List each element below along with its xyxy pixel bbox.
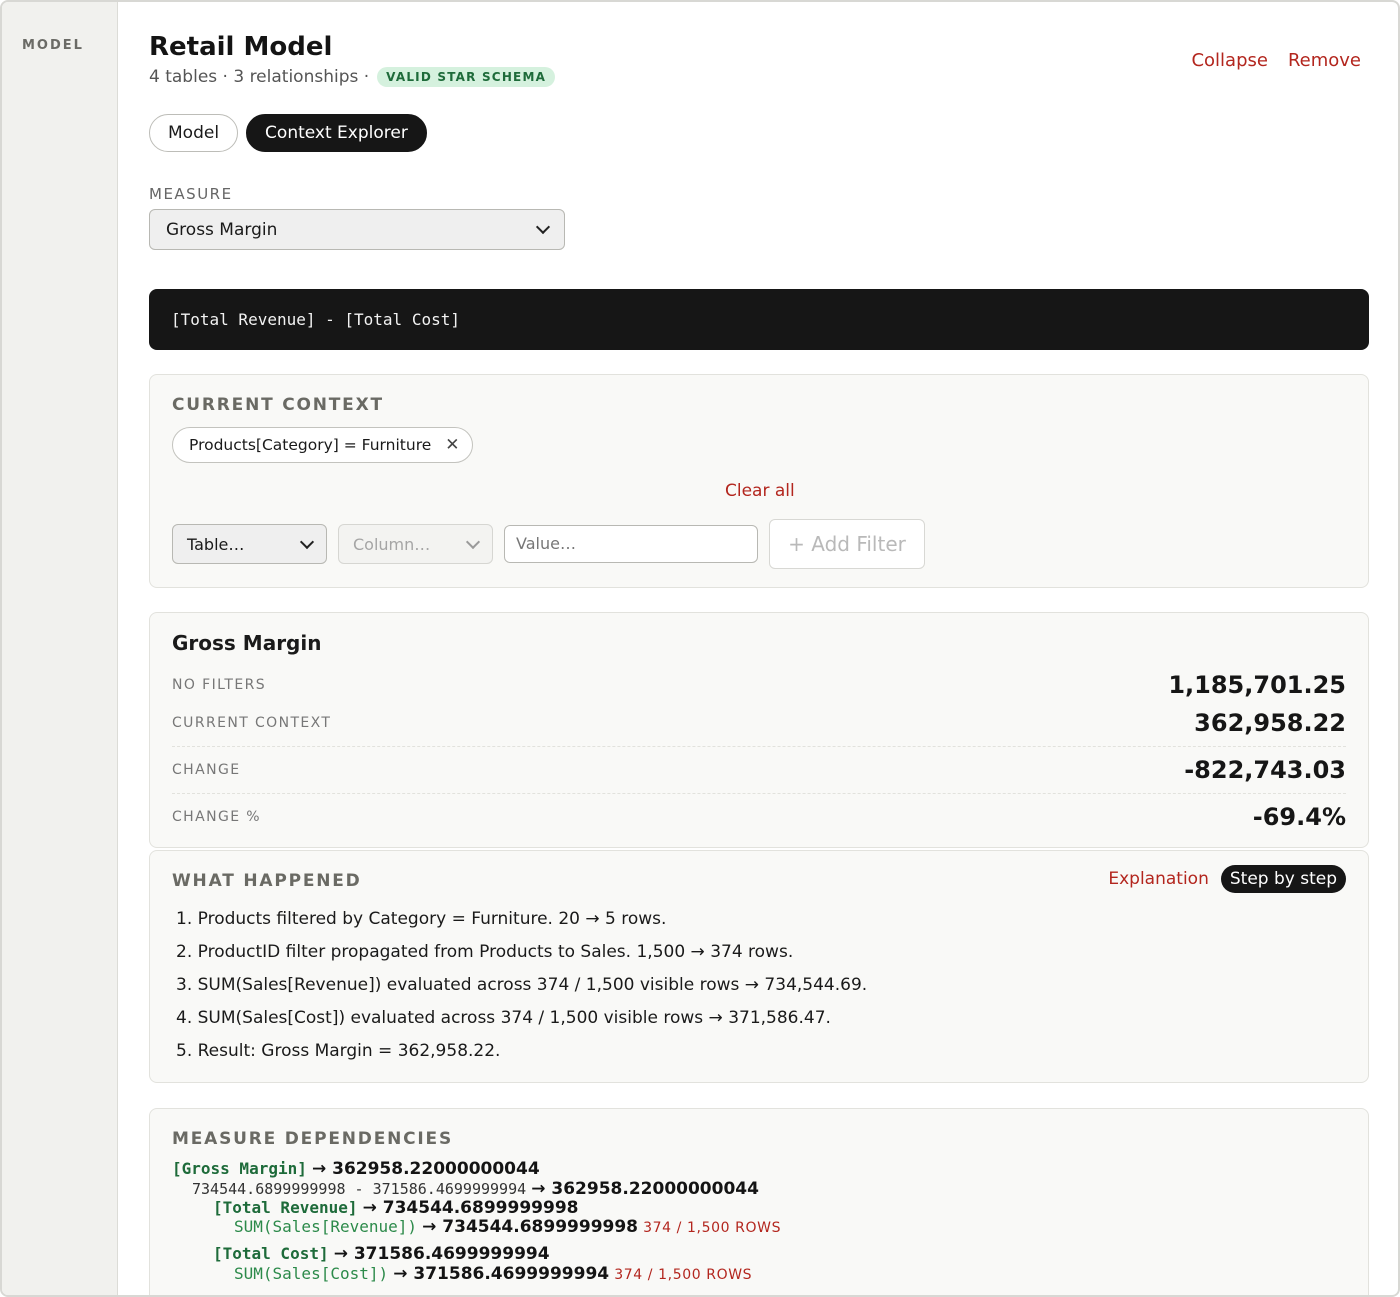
chevron-down-icon [299, 534, 315, 549]
divider [172, 746, 1346, 747]
view-tabs: Model Context Explorer [149, 114, 427, 152]
result-row-label: CHANGE % [172, 809, 261, 825]
list-item: 4. SUM(Sales[Cost]) evaluated across 374… [176, 1008, 831, 1028]
measure-dependencies-title: MEASURE DEPENDENCIES [172, 1129, 453, 1149]
clear-all-button[interactable]: Clear all [725, 481, 795, 501]
chevron-down-icon [535, 219, 551, 235]
what-happened-panel: WHAT HAPPENED Explanation Step by step 1… [149, 850, 1369, 1083]
dependency-value: → 371586.4699999994 [333, 1244, 550, 1264]
what-happened-title: WHAT HAPPENED [172, 871, 362, 891]
dependency-total-revenue: [Total Revenue] → 734544.6899999998 [213, 1198, 578, 1218]
current-context-title: CURRENT CONTEXT [172, 395, 384, 415]
dependency-expr: SUM(Sales[Cost]) [234, 1264, 389, 1283]
dependency-total-cost: [Total Cost] → 371586.4699999994 [213, 1244, 550, 1264]
column-select-value: Column… [353, 534, 431, 554]
value-input[interactable]: Value… [504, 525, 758, 563]
view-mode-toggle: Explanation Step by step [1108, 865, 1346, 893]
remove-button[interactable]: Remove [1288, 50, 1361, 71]
result-row-value: -69.4% [1252, 803, 1346, 831]
list-item: 5. Result: Gross Margin = 362,958.22. [176, 1041, 501, 1061]
result-row: NO FILTERS 1,185,701.25 [172, 671, 1346, 699]
schema-status-badge: VALID STAR SCHEMA [377, 67, 556, 87]
dependency-root: [Gross Margin] → 362958.22000000044 [172, 1159, 540, 1179]
result-row-value: 1,185,701.25 [1168, 671, 1346, 699]
sidebar-label: MODEL [22, 38, 84, 53]
collapse-button[interactable]: Collapse [1191, 50, 1268, 71]
column-select[interactable]: Column… [338, 524, 493, 564]
dependency-expr: 734544.6899999998 - 371586.4699999994 [192, 1180, 527, 1198]
model-subtitle: 4 tables · 3 relationships · VALID STAR … [149, 67, 556, 87]
add-filter-row: Table… Column… Value… + Add Filter [172, 519, 925, 569]
dependency-name: [Total Cost] [213, 1244, 329, 1263]
list-item: 1. Products filtered by Category = Furni… [176, 909, 667, 929]
result-row-value: 362,958.22 [1194, 709, 1346, 737]
tab-model[interactable]: Model [149, 114, 239, 152]
divider [172, 793, 1346, 794]
measure-formula: [Total Revenue] - [Total Cost] [149, 289, 1369, 350]
result-row: CHANGE % -69.4% [172, 803, 1346, 831]
result-row: CURRENT CONTEXT 362,958.22 [172, 709, 1346, 737]
list-item: 3. SUM(Sales[Revenue]) evaluated across … [176, 975, 868, 995]
filter-chip-label: Products[Category] = Furniture [189, 436, 432, 454]
header-actions: Collapse Remove [1191, 50, 1361, 71]
explanation-toggle[interactable]: Explanation [1108, 869, 1209, 889]
result-row: CHANGE -822,743.03 [172, 756, 1346, 784]
dependency-value: → 734544.6899999998 [422, 1217, 639, 1237]
close-icon[interactable]: ✕ [445, 435, 459, 455]
dependency-value: → 362958.22000000044 [531, 1179, 759, 1199]
dependency-expression: 734544.6899999998 - 371586.4699999994 → … [192, 1179, 759, 1199]
model-stats: 4 tables · 3 relationships · [149, 67, 370, 87]
dependency-name: [Gross Margin] [172, 1159, 307, 1178]
current-context-panel: CURRENT CONTEXT Products[Category] = Fur… [149, 374, 1369, 588]
table-select-value: Table… [187, 534, 245, 554]
result-title: Gross Margin [172, 631, 322, 655]
dependency-value: → 362958.22000000044 [311, 1159, 540, 1179]
measure-select[interactable]: Gross Margin [149, 209, 565, 250]
table-select[interactable]: Table… [172, 524, 327, 564]
result-row-label: CHANGE [172, 762, 241, 778]
measure-select-value: Gross Margin [166, 219, 278, 240]
list-item: 2. ProductID filter propagated from Prod… [176, 942, 794, 962]
result-panel: Gross Margin NO FILTERS 1,185,701.25 CUR… [149, 612, 1369, 848]
dependency-value: → 371586.4699999994 [393, 1264, 610, 1284]
add-filter-button[interactable]: + Add Filter [769, 519, 925, 569]
dependency-cost-sum: SUM(Sales[Cost]) → 371586.4699999994 374… [234, 1264, 752, 1284]
dependency-revenue-sum: SUM(Sales[Revenue]) → 734544.6899999998 … [234, 1217, 781, 1237]
dependency-expr: SUM(Sales[Revenue]) [234, 1217, 418, 1236]
sidebar: MODEL [2, 2, 118, 1295]
step-by-step-toggle[interactable]: Step by step [1220, 865, 1346, 893]
result-row-label: CURRENT CONTEXT [172, 715, 332, 731]
tab-context-explorer[interactable]: Context Explorer [246, 114, 427, 152]
measure-dependencies-panel: MEASURE DEPENDENCIES [Gross Margin] → 36… [149, 1108, 1369, 1295]
result-row-label: NO FILTERS [172, 677, 267, 693]
result-row-value: -822,743.03 [1184, 756, 1346, 784]
dependency-value: → 734544.6899999998 [362, 1198, 579, 1218]
filter-chip: Products[Category] = Furniture ✕ [172, 427, 473, 463]
steps-list: 1. Products filtered by Category = Furni… [176, 907, 867, 1072]
dependency-name: [Total Revenue] [213, 1198, 358, 1217]
app-window: MODEL Retail Model 4 tables · 3 relation… [0, 0, 1400, 1297]
row-count: 374 / 1,500 ROWS [643, 1220, 782, 1236]
chevron-down-icon [465, 534, 481, 549]
row-count: 374 / 1,500 ROWS [614, 1267, 753, 1283]
measure-label: MEASURE [149, 185, 233, 203]
page-title: Retail Model [149, 32, 333, 62]
